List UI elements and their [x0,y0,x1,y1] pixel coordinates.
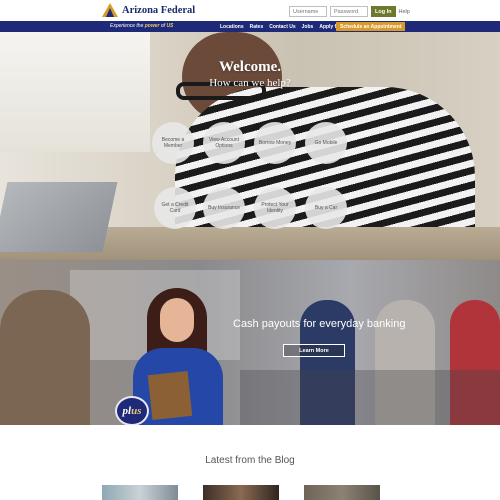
login-button[interactable]: Log In [371,6,396,17]
username-input[interactable] [289,6,327,17]
nav-item-jobs[interactable]: Jobs [302,24,314,30]
plus-logo-us: us [131,405,142,417]
brand-name: Arizona Federal [122,4,196,16]
tagline-us: US [166,23,174,29]
plus-logo-pl: pl [122,405,132,417]
nav-item-rates[interactable]: Rates [250,24,264,30]
tagline-prefix: Experience the [110,23,145,29]
blog-thumbnail-2[interactable] [203,485,279,500]
option-protect-identity[interactable]: Protect Your Identity [254,187,296,229]
option-view-account-options[interactable]: View Account Options [203,122,245,164]
hero-title: Welcome. [218,59,282,75]
tagline: Experience the power of US [110,23,173,29]
brand-logo[interactable]: Arizona Federal [102,3,195,17]
blog-thumbnail-1[interactable] [102,485,178,500]
option-borrow-money[interactable]: Borrow Money [254,122,296,164]
nav-links: Locations Rates Contact Us Jobs Apply fo… [220,21,355,32]
promo-photo-woman-face [160,298,194,342]
schedule-appointment-button[interactable]: Schedule an Appointment [336,22,406,31]
plus-promo-section: pl us Cash payouts for everyday banking L… [0,260,500,425]
option-buy-car[interactable]: Buy a Car [305,187,347,229]
promo-photo-person-left [0,290,90,425]
nav-item-contact-us[interactable]: Contact Us [269,24,295,30]
option-go-mobile[interactable]: Go Mobile [305,122,347,164]
blog-thumbnail-3[interactable] [304,485,380,500]
triangle-logo-icon [102,3,118,17]
hero-photo-laptop [0,182,118,252]
tagline-power: power [144,23,160,29]
option-buy-insurance[interactable]: Buy Insurance [203,187,245,229]
nav-item-locations[interactable]: Locations [220,24,244,30]
login-form: Log In Help [289,6,410,17]
top-header: Arizona Federal Log In Help [0,0,500,21]
blog-heading: Latest from the Blog [205,455,295,466]
password-input[interactable] [330,6,368,17]
option-become-member[interactable]: Become a Member [152,122,194,164]
option-get-credit-card[interactable]: Get a Credit Card [154,187,196,229]
main-nav-bar: Experience the power of US Locations Rat… [0,21,500,32]
promo-photo-folder [147,371,193,420]
hero-subtitle: How can we help? [209,77,291,89]
hero-section: Welcome. How can we help? Become a Membe… [0,32,500,260]
promo-photo-table [240,370,500,425]
promo-headline: Cash payouts for everyday banking [233,318,406,330]
hero-photo-window [0,32,150,152]
learn-more-button[interactable]: Learn More [283,344,345,357]
help-link[interactable]: Help [399,9,410,15]
plus-logo-badge: pl us [115,396,149,425]
